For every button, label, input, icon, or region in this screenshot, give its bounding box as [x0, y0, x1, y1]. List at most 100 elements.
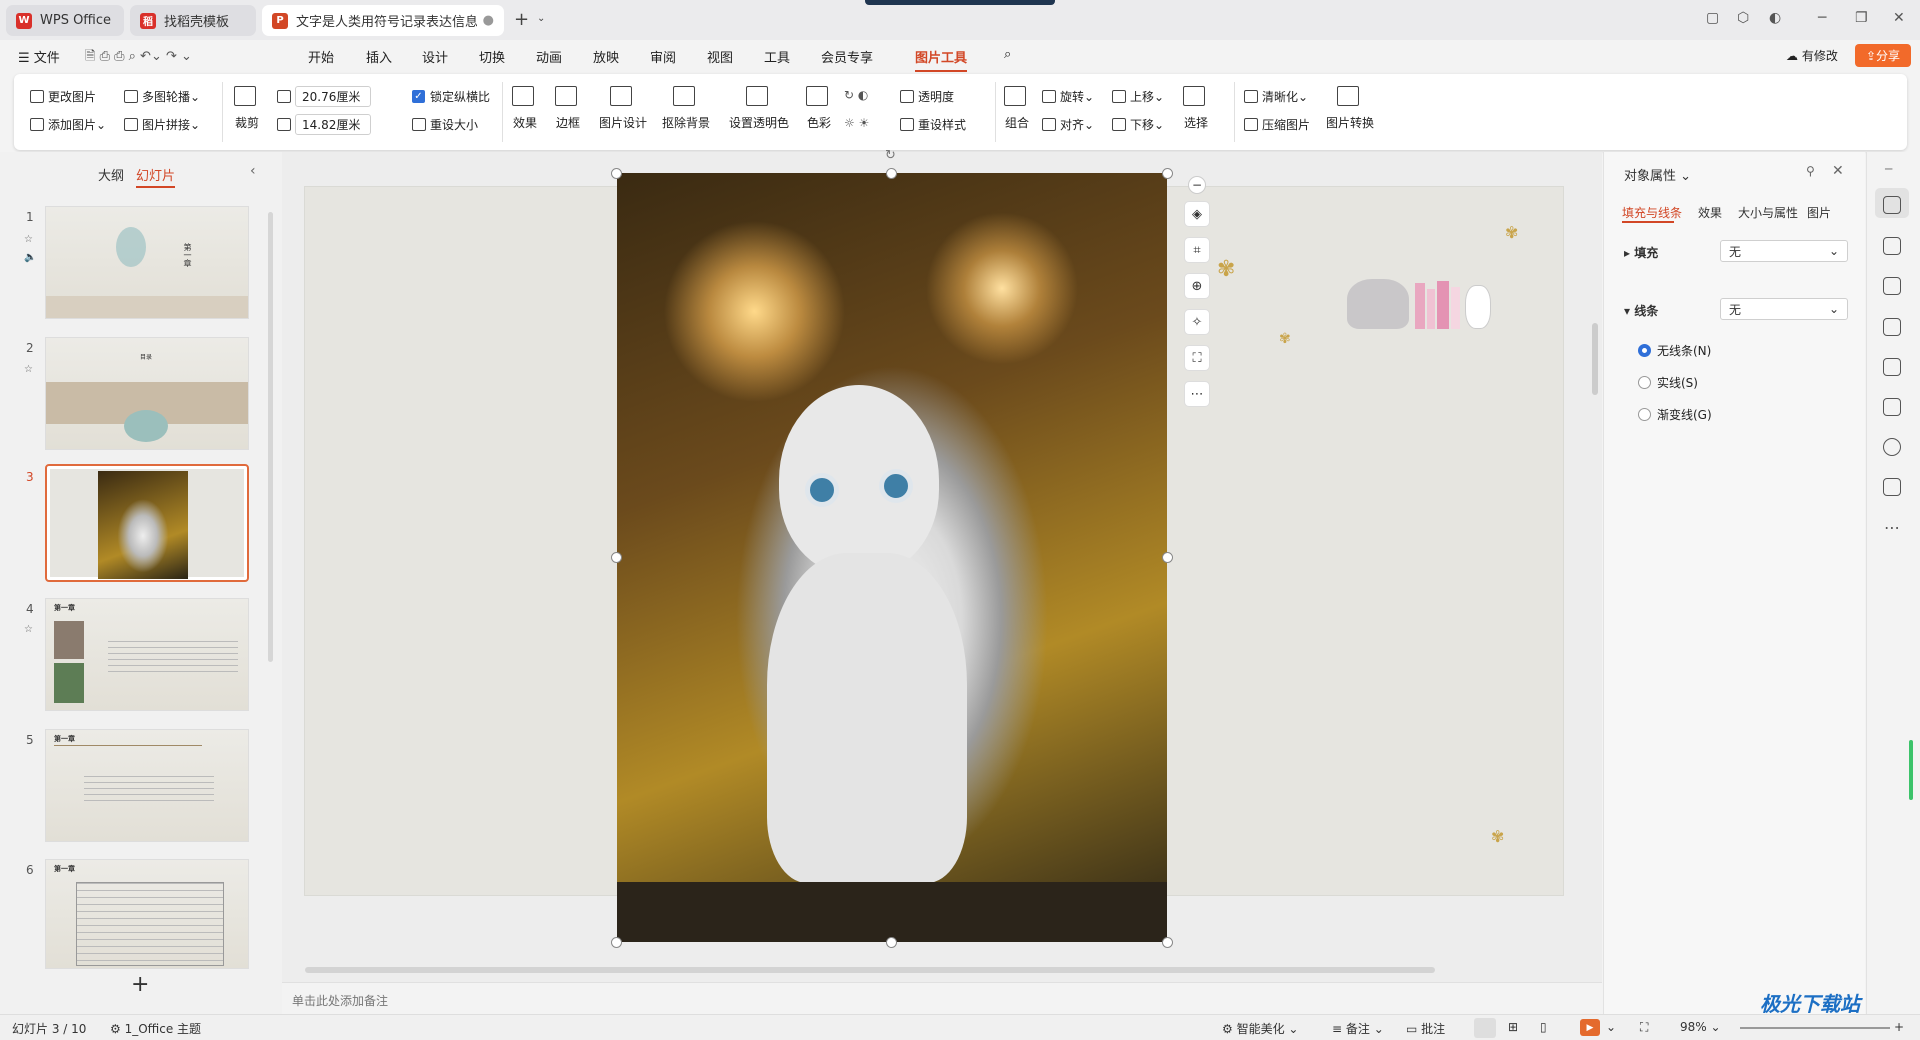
reading-view-icon[interactable]: ▯: [1540, 1020, 1547, 1034]
slide-thumbnail-5[interactable]: 第一章: [45, 729, 249, 842]
help-icon[interactable]: [1883, 438, 1901, 456]
lock-ratio-checkbox[interactable]: ✓ 锁定纵横比: [412, 88, 490, 105]
tab-document[interactable]: P 文字是人类用符号记录表达信息以 ●: [262, 5, 504, 36]
height-field[interactable]: 14.82厘米: [295, 114, 371, 135]
vertical-scroll-thumb[interactable]: [1592, 323, 1598, 395]
picture-convert-button[interactable]: 图片转换: [1326, 86, 1374, 131]
smart-beautify-button[interactable]: ⚙ 智能美化 ⌄: [1222, 1020, 1298, 1037]
outline-tab[interactable]: 大纲: [98, 165, 124, 184]
add-slide-icon[interactable]: +: [131, 972, 149, 997]
layout-icon[interactable]: ▢: [1706, 10, 1719, 26]
magic-tool-icon[interactable]: ✧: [1184, 309, 1210, 335]
combine-button[interactable]: 组合: [1004, 86, 1030, 131]
effect-button[interactable]: 效果: [512, 86, 538, 131]
menu-insert[interactable]: 插入: [366, 47, 392, 66]
border-button[interactable]: 边框: [555, 86, 581, 131]
minimize-icon[interactable]: ─: [1818, 10, 1826, 26]
resize-handle-bottom[interactable]: [886, 937, 897, 948]
menu-design[interactable]: 设计: [422, 47, 448, 66]
move-down-button[interactable]: 下移 ⌄: [1112, 116, 1164, 133]
slide-thumbnail-2[interactable]: 目录: [45, 337, 249, 450]
quick-access-toolbar[interactable]: 🗎 ⎙ ⎙ ⌕ ↶⌄ ↷ ⌄: [85, 47, 192, 69]
resize-handle-top[interactable]: [886, 168, 897, 179]
window-drag-handle[interactable]: [865, 0, 1055, 5]
audio-icon[interactable]: 🔈: [24, 252, 36, 263]
line-section-header[interactable]: ▾ 线条: [1624, 302, 1658, 319]
menu-tools[interactable]: 工具: [764, 47, 790, 66]
picture-design-button[interactable]: 图片设计: [599, 86, 647, 131]
picture-splice-button[interactable]: 图片拼接 ⌄: [124, 116, 200, 133]
zoom-slider[interactable]: [1740, 1027, 1890, 1029]
compress-picture-button[interactable]: 压缩图片: [1244, 116, 1310, 133]
grid-view-icon[interactable]: ⊞: [1508, 1020, 1518, 1034]
no-line-radio[interactable]: 无线条(N): [1638, 342, 1711, 359]
close-pane-icon[interactable]: ✕: [1832, 163, 1844, 179]
resize-handle-right[interactable]: [1162, 552, 1173, 563]
vertical-scrollbar[interactable]: [1591, 160, 1599, 970]
tab-effect[interactable]: 效果: [1698, 204, 1722, 221]
change-picture-button[interactable]: 更改图片: [30, 88, 96, 105]
menu-home[interactable]: 开始: [308, 47, 334, 66]
restore-icon[interactable]: ❐: [1855, 10, 1868, 26]
settings-sliders-icon[interactable]: [1883, 196, 1901, 214]
slide-thumbnail-6[interactable]: 第一章: [45, 859, 249, 969]
tab-wps-office[interactable]: W WPS Office: [6, 5, 124, 36]
fill-dropdown[interactable]: 无 ⌄: [1720, 240, 1848, 262]
rotate-button[interactable]: 旋转 ⌄: [1042, 88, 1094, 105]
star-icon[interactable]: ☆: [24, 364, 33, 375]
width-field[interactable]: 20.76厘米: [295, 86, 371, 107]
slide-thumbnail-4[interactable]: 第一章: [45, 598, 249, 711]
new-tab-icon[interactable]: +: [514, 9, 529, 30]
theme-indicator[interactable]: ⚙ 1_Office 主题: [110, 1020, 201, 1037]
menu-view[interactable]: 视图: [707, 47, 733, 66]
screenshot-icon[interactable]: ⛶: [1184, 345, 1210, 371]
align-button[interactable]: 对齐 ⌄: [1042, 116, 1094, 133]
layers-icon[interactable]: ◈: [1184, 201, 1210, 227]
clarify-button[interactable]: 清晰化 ⌄: [1244, 88, 1308, 105]
tab-fill-and-line[interactable]: 填充与线条: [1622, 204, 1682, 221]
star-icon[interactable]: ☆: [24, 624, 33, 635]
tab-template[interactable]: 稻找稻壳模板: [130, 5, 256, 36]
avatar[interactable]: ◐: [1769, 10, 1781, 26]
zoom-icon[interactable]: ⊕: [1184, 273, 1210, 299]
tab-close-dot-icon[interactable]: ●: [483, 13, 494, 28]
slide-thumbnail-1[interactable]: 第一章: [45, 206, 249, 319]
resize-handle-bottom-right[interactable]: [1162, 937, 1173, 948]
rotate-handle-icon[interactable]: ↻: [885, 148, 896, 163]
horizontal-scrollbar[interactable]: [290, 966, 1576, 974]
zoom-level[interactable]: 98% ⌄: [1680, 1020, 1721, 1034]
resize-handle-top-right[interactable]: [1162, 168, 1173, 179]
zoom-in-icon[interactable]: +: [1894, 1020, 1904, 1034]
modified-status[interactable]: ☁ 有修改: [1786, 47, 1838, 64]
normal-view-icon[interactable]: [1474, 1018, 1496, 1038]
book-icon[interactable]: [1883, 398, 1901, 416]
play-slideshow-icon[interactable]: ▶: [1580, 1019, 1600, 1036]
remove-background-button[interactable]: 抠除背景: [662, 86, 710, 131]
more-icon[interactable]: ⋯: [1884, 518, 1900, 537]
tab-list-chevron-icon[interactable]: ⌄: [537, 13, 545, 24]
resize-handle-top-left[interactable]: [611, 168, 622, 179]
gradient-line-radio[interactable]: 渐变线(G): [1638, 406, 1712, 423]
reset-size-button[interactable]: 重设大小: [412, 116, 478, 133]
rotate-contrast-icons[interactable]: ↻ ◐: [844, 88, 868, 102]
brightness-icons[interactable]: ☼ ☀: [844, 116, 869, 130]
thumbnail-scrollbar[interactable]: [268, 212, 273, 662]
pin-icon[interactable]: ⚲: [1806, 164, 1815, 178]
menu-member[interactable]: 会员专享: [821, 47, 873, 66]
line-dropdown[interactable]: 无 ⌄: [1720, 298, 1848, 320]
properties-title[interactable]: 对象属性 ⌄: [1624, 165, 1691, 184]
notes-toggle-button[interactable]: ≡ 备注 ⌄: [1332, 1020, 1384, 1037]
collapse-pane-icon[interactable]: ‹: [250, 163, 256, 179]
comment-button[interactable]: ▭ 批注: [1406, 1020, 1445, 1037]
menu-animation[interactable]: 动画: [536, 47, 562, 66]
copy-icon[interactable]: [1883, 277, 1901, 295]
tools-icon[interactable]: [1883, 358, 1901, 376]
set-transparent-color-button[interactable]: 设置透明色: [729, 86, 789, 131]
reset-style-button[interactable]: 重设样式: [900, 116, 966, 133]
fill-section-header[interactable]: ▸ 填充: [1624, 244, 1658, 261]
color-button[interactable]: 色彩: [806, 86, 832, 131]
more-icon[interactable]: ⋯: [1184, 381, 1210, 407]
slideshow-chevron-icon[interactable]: ⌄: [1606, 1020, 1616, 1034]
slides-tab[interactable]: 幻灯片: [136, 165, 176, 188]
menu-slideshow[interactable]: 放映: [593, 47, 619, 66]
